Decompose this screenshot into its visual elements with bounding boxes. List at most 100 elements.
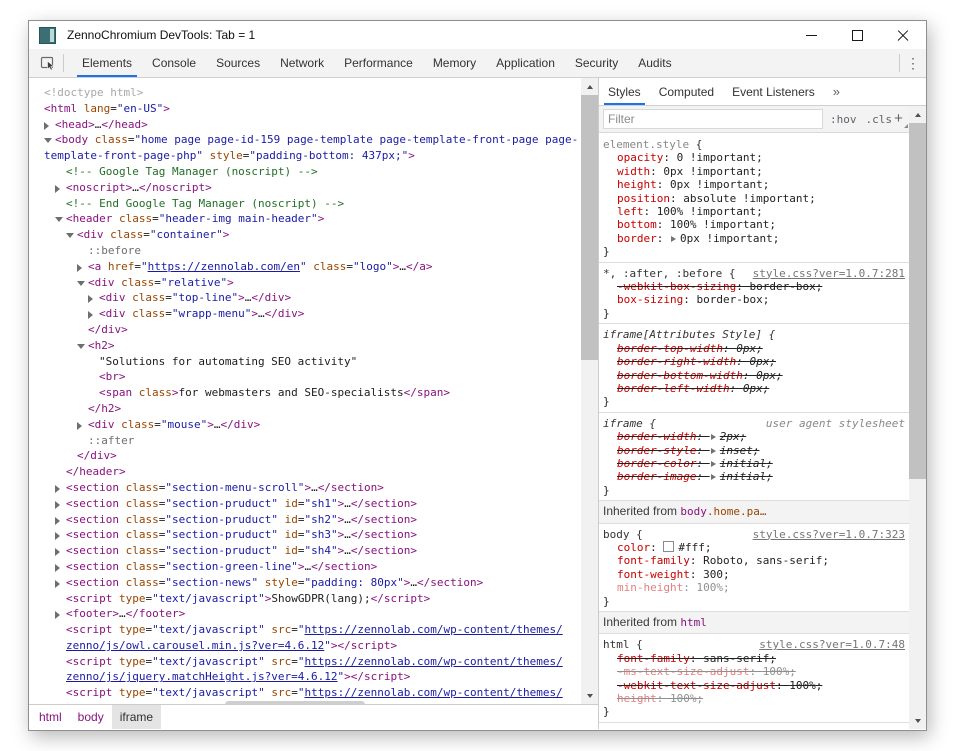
tree-line[interactable]: <section class="section-news" style="pad… xyxy=(29,575,581,591)
rule-selector[interactable]: iframe { xyxy=(603,417,656,430)
css-property[interactable]: border-right-width: 0px; xyxy=(603,355,905,368)
expand-value-icon[interactable] xyxy=(711,434,716,440)
tab-security[interactable]: Security xyxy=(565,49,628,77)
css-property[interactable]: position: absolute !important; xyxy=(603,192,905,205)
expand-value-icon[interactable] xyxy=(671,236,676,242)
css-property[interactable]: border-image: initial; xyxy=(603,470,905,483)
sidebar-tab-styles[interactable]: Styles xyxy=(599,78,650,105)
tab-console[interactable]: Console xyxy=(142,49,206,77)
tree-line[interactable]: <script type="text/javascript" src="http… xyxy=(29,622,581,638)
css-property[interactable]: -webkit-box-sizing: border-box; xyxy=(603,280,905,293)
scrollbar-down-button[interactable] xyxy=(581,687,598,704)
tree-line[interactable]: <div class="relative"> xyxy=(29,275,581,291)
collapse-arrow-icon[interactable] xyxy=(55,217,63,222)
expand-arrow-icon[interactable] xyxy=(88,295,93,303)
expand-arrow-icon[interactable] xyxy=(55,564,60,572)
tree-line[interactable]: <div class="container"> xyxy=(29,227,581,243)
tree-line[interactable]: <h2> xyxy=(29,338,581,354)
tree-line[interactable]: <div class="wrapp-menu">…</div> xyxy=(29,306,581,322)
css-property[interactable]: height: 0px !important; xyxy=(603,178,905,191)
tree-line[interactable]: <noscript>…</noscript> xyxy=(29,180,581,196)
tree-line[interactable]: <script type="text/javascript" src="http… xyxy=(29,654,581,670)
tree-line[interactable]: </header> xyxy=(29,464,581,480)
tree-line[interactable]: </div> xyxy=(29,322,581,338)
sidebar-tab-event-listeners[interactable]: Event Listeners xyxy=(723,78,824,105)
tree-line[interactable]: <footer>…</footer> xyxy=(29,606,581,622)
rule-selector[interactable]: body { xyxy=(603,528,643,541)
tree-line[interactable]: </h2> xyxy=(29,401,581,417)
css-property[interactable]: font-family: Roboto, sans-serif; xyxy=(603,554,905,567)
tree-line[interactable]: <!-- End Google Tag Manager (noscript) -… xyxy=(29,196,581,212)
tab-elements[interactable]: Elements xyxy=(72,49,142,77)
tree-line[interactable]: <section class="section-pruduct" id="sh3… xyxy=(29,527,581,543)
expand-arrow-icon[interactable] xyxy=(55,611,60,619)
tree-line[interactable]: ::after xyxy=(29,433,581,449)
css-property[interactable]: opacity: 0 !important; xyxy=(603,151,905,164)
inherited-node-link[interactable]: body.home.pa… xyxy=(680,505,766,518)
tree-line[interactable]: ::before xyxy=(29,243,581,259)
css-property[interactable]: border: 0px !important; xyxy=(603,232,905,245)
css-property[interactable]: font-weight: 300; xyxy=(603,568,905,581)
filter-input[interactable] xyxy=(603,109,823,129)
css-property[interactable]: width: 0px !important; xyxy=(603,165,905,178)
collapse-arrow-icon[interactable] xyxy=(44,138,52,143)
tree-line[interactable]: <div class="top-line">…</div> xyxy=(29,290,581,306)
tree-line[interactable]: <span class>for webmasters and SEO-speci… xyxy=(29,385,581,401)
tree-line[interactable]: <br> xyxy=(29,369,581,385)
expand-arrow-icon[interactable] xyxy=(55,501,60,509)
tab-network[interactable]: Network xyxy=(270,49,334,77)
tree-line[interactable]: <!-- Google Tag Manager (noscript) --> xyxy=(29,164,581,180)
expand-arrow-icon[interactable] xyxy=(77,264,82,272)
tree-line[interactable]: <section class="section-menu-scroll">…</… xyxy=(29,480,581,496)
expand-value-icon[interactable] xyxy=(711,474,716,480)
expand-arrow-icon[interactable] xyxy=(55,580,60,588)
tree-line[interactable]: <section class="section-pruduct" id="sh1… xyxy=(29,496,581,512)
rule-selector[interactable]: html { xyxy=(603,638,643,651)
tree-line[interactable]: <section class="section-pruduct" id="sh2… xyxy=(29,512,581,528)
maximize-button[interactable] xyxy=(834,21,880,49)
scrollbar-thumb[interactable] xyxy=(909,123,926,479)
stylesheet-link[interactable]: style.css?ver=1.0.7:281 xyxy=(753,267,905,280)
css-property[interactable]: -webkit-text-size-adjust: 100%; xyxy=(603,679,905,692)
tab-application[interactable]: Application xyxy=(486,49,565,77)
tree-line[interactable]: <script type="text/javascript">ShowGDPR(… xyxy=(29,591,581,607)
tree-line[interactable]: <head>…</head> xyxy=(29,117,581,133)
expand-value-icon[interactable] xyxy=(711,448,716,454)
scrollbar-up-button[interactable] xyxy=(581,78,598,95)
tree-line[interactable]: zenno/js/jquery.matchHeight.js?ver=4.6.1… xyxy=(29,669,581,685)
-cls-toggle[interactable]: .cls xyxy=(866,113,893,126)
tree-line[interactable]: <header class="header-img main-header"> xyxy=(29,211,581,227)
expand-arrow-icon[interactable] xyxy=(55,532,60,540)
tree-line[interactable]: <script type="text/javascript" src="http… xyxy=(29,685,581,701)
collapse-arrow-icon[interactable] xyxy=(66,233,74,238)
rule-selector[interactable]: element.style { xyxy=(603,138,702,151)
inherited-node-link[interactable]: html xyxy=(680,616,707,629)
tree-line[interactable]: <!doctype html> xyxy=(29,85,581,101)
css-property[interactable]: min-height: 100%; xyxy=(603,581,905,594)
expand-value-icon[interactable] xyxy=(711,461,716,467)
expand-arrow-icon[interactable] xyxy=(55,517,60,525)
css-property[interactable]: color: #fff; xyxy=(603,541,905,554)
breadcrumb-item-body[interactable]: body xyxy=(70,705,112,729)
css-property[interactable]: bottom: 100% !important; xyxy=(603,218,905,231)
css-property[interactable]: box-sizing: border-box; xyxy=(603,293,905,306)
tree-line[interactable]: <a href="https://zennolab.com/en" class=… xyxy=(29,259,581,275)
stylesheet-link[interactable]: style.css?ver=1.0.7:48 xyxy=(759,638,905,651)
expand-arrow-icon[interactable] xyxy=(44,122,49,130)
tab-audits[interactable]: Audits xyxy=(628,49,681,77)
css-property[interactable]: height: 100%; xyxy=(603,692,905,705)
rule-selector[interactable]: iframe[Attributes Style] { xyxy=(603,328,775,341)
more-tabs-button[interactable]: » xyxy=(824,78,849,105)
tree-line[interactable]: <html lang="en-US"> xyxy=(29,101,581,117)
tab-performance[interactable]: Performance xyxy=(334,49,423,77)
css-property[interactable]: border-style: inset; xyxy=(603,444,905,457)
stylesheet-link[interactable]: style.css?ver=1.0.7:323 xyxy=(753,528,905,541)
css-property[interactable]: border-bottom-width: 0px; xyxy=(603,369,905,382)
styles-vertical-scrollbar[interactable] xyxy=(909,106,926,729)
scrollbar-up-button[interactable] xyxy=(909,106,926,123)
collapse-arrow-icon[interactable] xyxy=(77,281,85,286)
tree-line[interactable]: zenno/js/owl.carousel.min.js?ver=4.6.12"… xyxy=(29,638,581,654)
tree-line[interactable]: <section class="section-green-line">…</s… xyxy=(29,559,581,575)
overflow-menu-button[interactable]: ⋮ xyxy=(900,49,926,77)
css-property[interactable]: font-family: sans-serif; xyxy=(603,652,905,665)
